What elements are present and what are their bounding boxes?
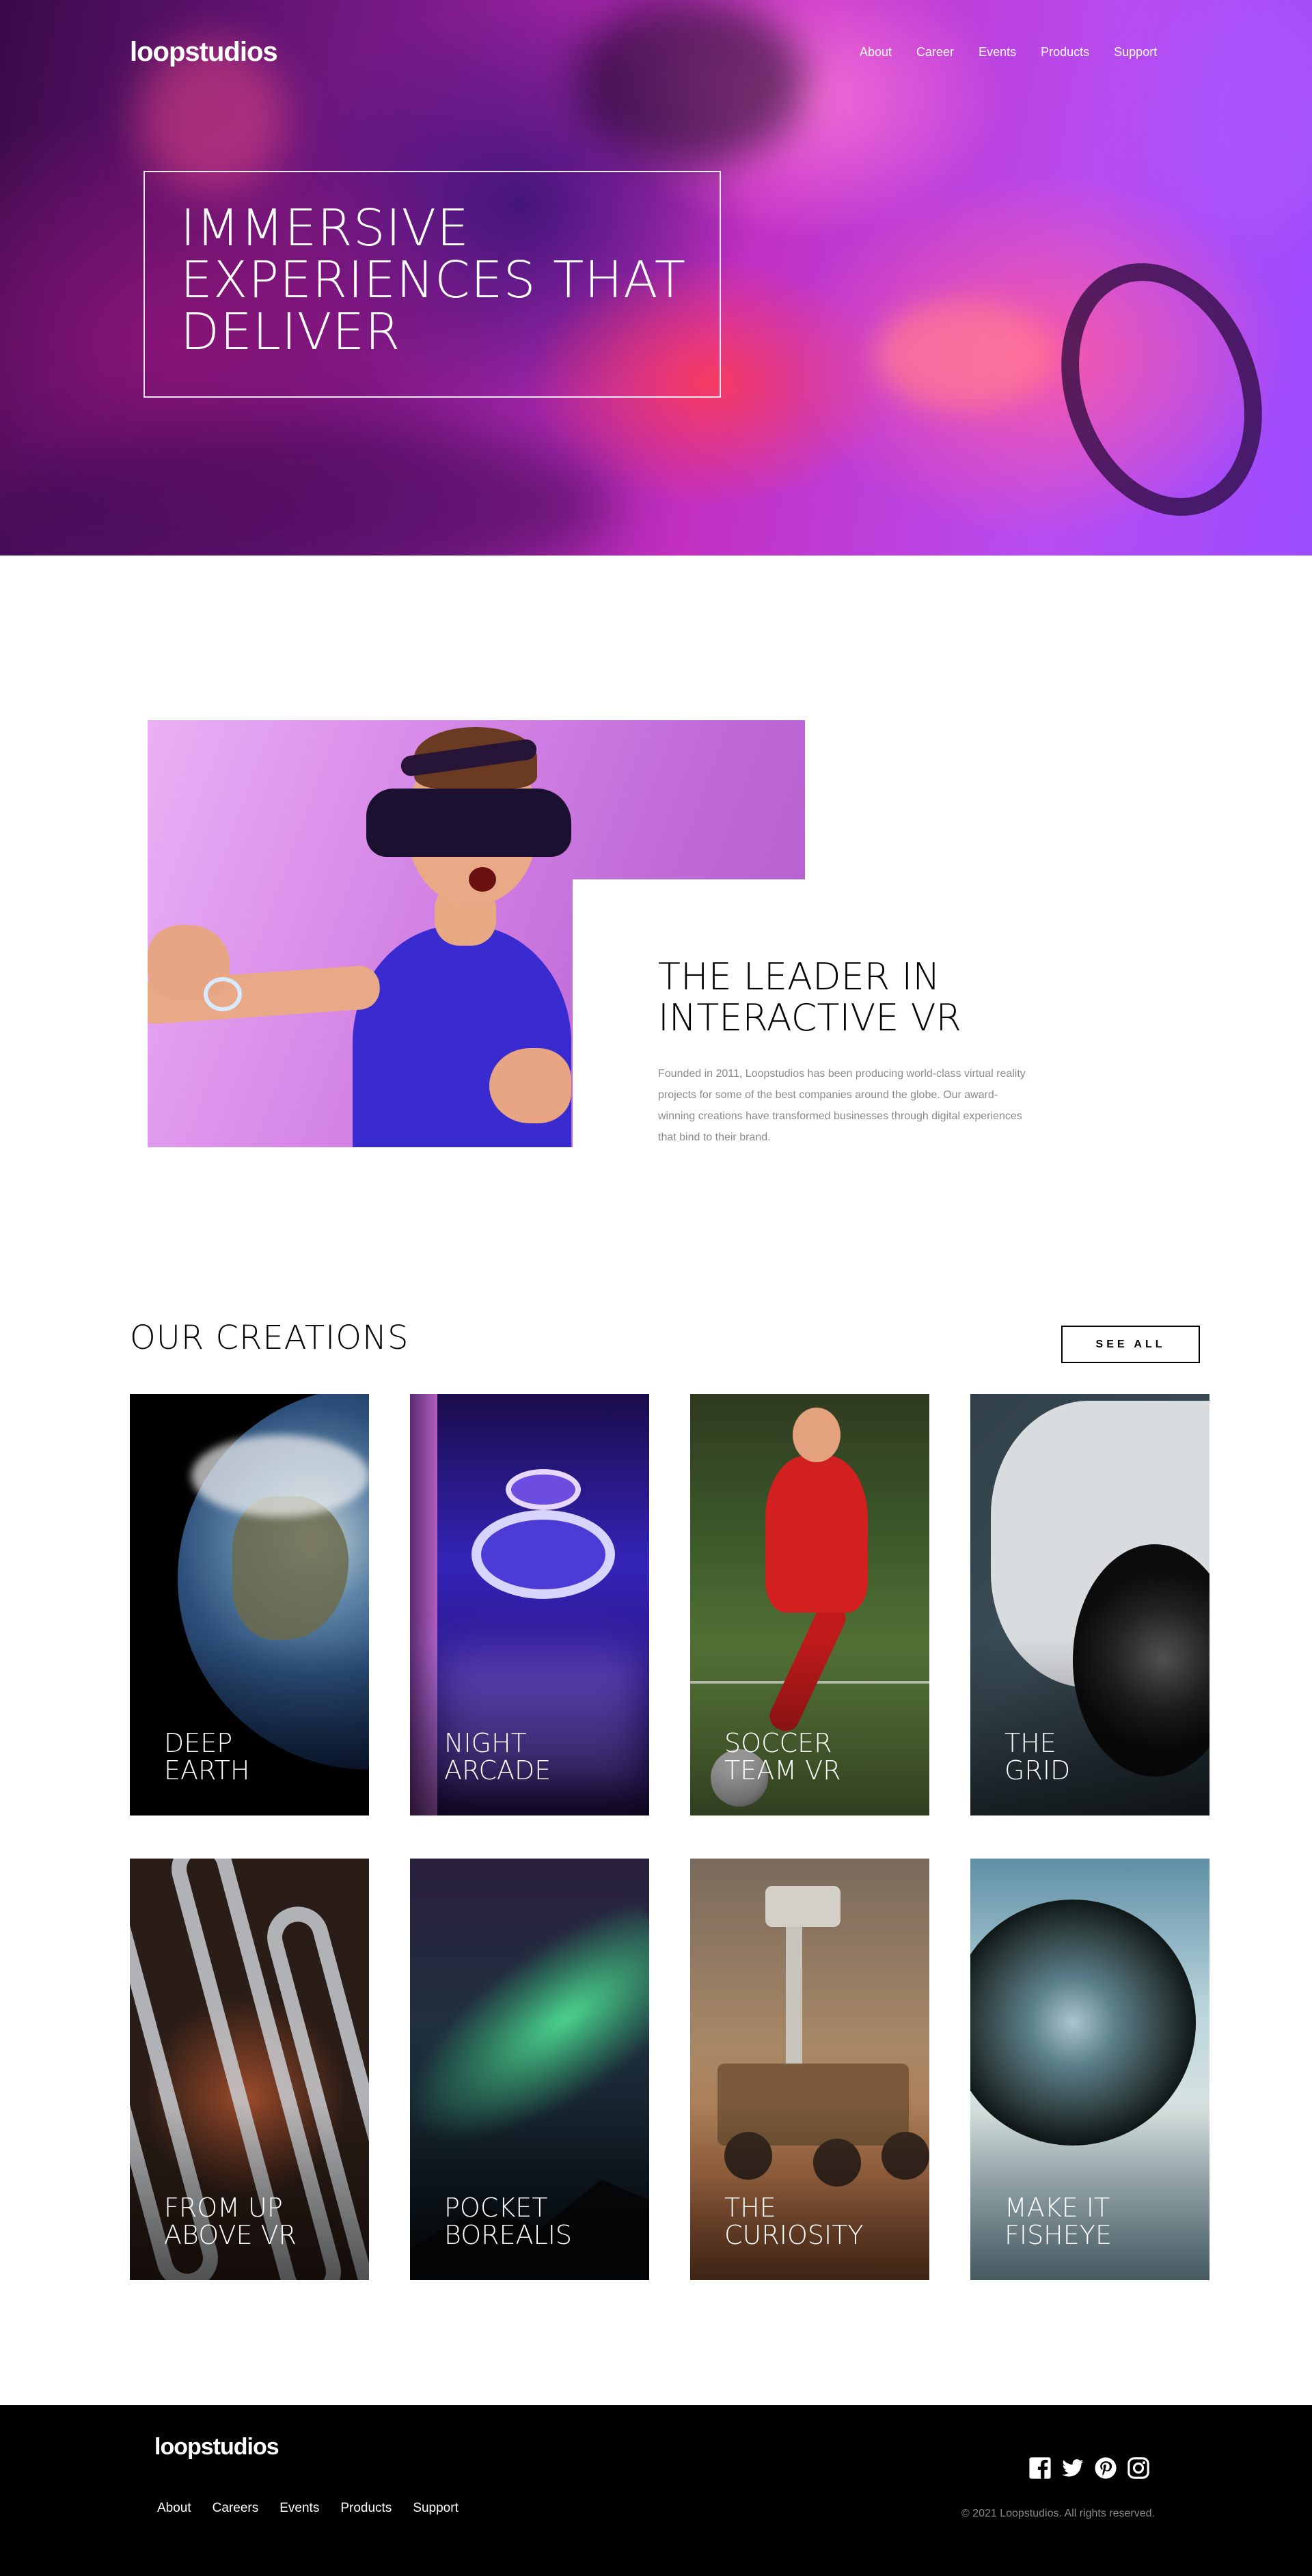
image-shape bbox=[765, 1455, 868, 1613]
image-shape bbox=[765, 1886, 840, 1927]
vr-headset-shape bbox=[366, 789, 571, 857]
card-overlay bbox=[970, 2102, 1210, 2280]
creation-card-deep-earth[interactable]: Deep Earth bbox=[130, 1394, 369, 1815]
site-logo[interactable]: loopstudios bbox=[130, 37, 278, 68]
creation-card-label: The Curiosity bbox=[724, 2194, 902, 2249]
card-label-line: Team VR bbox=[724, 1755, 841, 1785]
hero-background-shape bbox=[0, 424, 615, 556]
image-shape bbox=[469, 867, 496, 892]
image-shape bbox=[204, 977, 242, 1011]
creation-card-label: Soccer Team VR bbox=[724, 1729, 902, 1784]
creation-card-pocket-borealis[interactable]: Pocket Borealis bbox=[410, 1859, 649, 2280]
card-overlay bbox=[410, 1638, 649, 1815]
creation-card-label: The Grid bbox=[1004, 1729, 1182, 1784]
creation-card-label: Pocket Borealis bbox=[444, 2194, 622, 2249]
site-footer: loopstudios About Careers Events Product… bbox=[0, 2405, 1312, 2576]
card-label-line: above VR bbox=[164, 2220, 297, 2250]
card-label-line: Deep bbox=[164, 1728, 233, 1758]
card-overlay bbox=[410, 2102, 649, 2280]
image-shape bbox=[472, 1510, 615, 1599]
nav-item-events[interactable]: Events bbox=[979, 45, 1016, 59]
footer-nav-item-events[interactable]: Events bbox=[279, 2501, 319, 2516]
footer-nav-item-support[interactable]: Support bbox=[413, 2501, 459, 2516]
nav-item-about[interactable]: About bbox=[860, 45, 892, 59]
card-label-line: Curiosity bbox=[724, 2220, 864, 2250]
hero-steering-wheel-shape bbox=[1027, 234, 1296, 545]
card-label-line: Borealis bbox=[444, 2220, 573, 2250]
creation-card-the-grid[interactable]: The Grid bbox=[970, 1394, 1210, 1815]
card-label-line: Grid bbox=[1004, 1755, 1071, 1785]
pinterest-icon[interactable] bbox=[1094, 2456, 1117, 2480]
creation-card-from-up-above-vr[interactable]: From up above VR bbox=[130, 1859, 369, 2280]
card-label-line: From up bbox=[164, 2193, 283, 2223]
instagram-icon[interactable] bbox=[1127, 2456, 1150, 2480]
nav-item-career[interactable]: Career bbox=[916, 45, 954, 59]
creation-card-make-it-fisheye[interactable]: Make it Fisheye bbox=[970, 1859, 1210, 2280]
creation-card-label: From up above VR bbox=[164, 2194, 342, 2249]
card-overlay bbox=[130, 2102, 369, 2280]
creation-card-label: Deep Earth bbox=[164, 1729, 342, 1784]
footer-nav-item-careers[interactable]: Careers bbox=[213, 2501, 259, 2516]
image-shape bbox=[793, 1408, 840, 1462]
hero-section: loopstudios About Career Events Products… bbox=[0, 0, 1312, 556]
image-shape bbox=[191, 1435, 369, 1517]
hero-title-box: Immersive experiences that deliver bbox=[144, 171, 721, 398]
card-label-line: Pocket bbox=[444, 2193, 548, 2223]
creation-card-label: Night Arcade bbox=[444, 1729, 622, 1784]
hero-background-shape bbox=[574, 0, 806, 164]
hero-background-shape bbox=[875, 301, 1052, 410]
facebook-icon[interactable] bbox=[1028, 2456, 1052, 2480]
card-label-line: Earth bbox=[164, 1755, 250, 1785]
nav-item-support[interactable]: Support bbox=[1114, 45, 1157, 59]
card-label-line: Make it bbox=[1004, 2193, 1110, 2223]
card-overlay bbox=[690, 2102, 929, 2280]
hero-background-shape bbox=[1162, 0, 1312, 232]
social-links bbox=[1028, 2456, 1150, 2480]
card-label-line: The bbox=[724, 2193, 776, 2223]
creation-card-night-arcade[interactable]: Night Arcade bbox=[410, 1394, 649, 1815]
card-overlay bbox=[130, 1638, 369, 1815]
card-overlay bbox=[690, 1638, 929, 1815]
footer-logo[interactable]: loopstudios bbox=[154, 2434, 279, 2461]
main-nav: About Career Events Products Support bbox=[860, 45, 1157, 59]
card-label-line: Arcade bbox=[444, 1755, 551, 1785]
image-shape bbox=[506, 1469, 581, 1510]
copyright-text: © 2021 Loopstudios. All rights reserved. bbox=[961, 2508, 1155, 2519]
card-label-line: Night bbox=[444, 1728, 527, 1758]
footer-nav: About Careers Events Products Support bbox=[157, 2501, 459, 2516]
about-title: The leader in interactive VR bbox=[658, 955, 962, 1039]
creation-card-soccer-team-vr[interactable]: Soccer Team VR bbox=[690, 1394, 929, 1815]
creation-card-label: Make it Fisheye bbox=[1004, 2194, 1182, 2249]
card-overlay bbox=[970, 1638, 1210, 1815]
about-text: Founded in 2011, Loopstudios has been pr… bbox=[658, 1068, 1026, 1143]
twitter-icon[interactable] bbox=[1061, 2456, 1084, 2480]
creations-title: Our creations bbox=[130, 1319, 409, 1357]
footer-nav-item-products[interactable]: Products bbox=[340, 2501, 392, 2516]
card-label-line: Fisheye bbox=[1004, 2220, 1112, 2250]
nav-item-products[interactable]: Products bbox=[1041, 45, 1089, 59]
image-shape bbox=[489, 1048, 571, 1123]
card-label-line: Soccer bbox=[724, 1728, 832, 1758]
footer-nav-item-about[interactable]: About bbox=[157, 2501, 191, 2516]
hero-title: Immersive experiences that deliver bbox=[180, 199, 687, 361]
see-all-button[interactable]: See all bbox=[1061, 1326, 1200, 1363]
card-label-line: The bbox=[1004, 1728, 1056, 1758]
creation-card-the-curiosity[interactable]: The Curiosity bbox=[690, 1859, 929, 2280]
